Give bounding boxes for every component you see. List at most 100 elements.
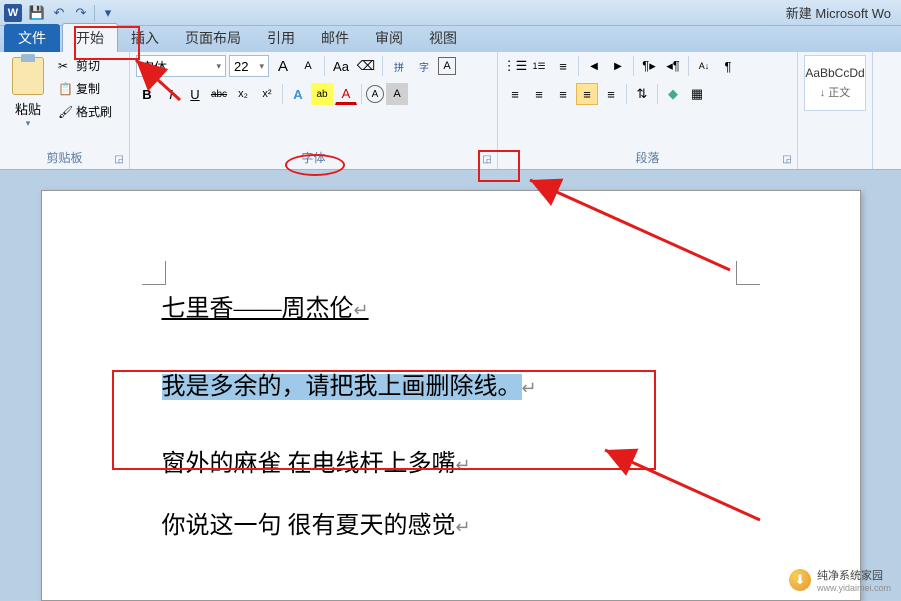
titlebar: W 💾 ↶ ↷ ▾ 新建 Microsoft Wo (0, 0, 901, 26)
qat-undo[interactable]: ↶ (48, 3, 70, 23)
tab-insert[interactable]: 插入 (118, 24, 172, 52)
paragraph-mark-icon: ↵ (456, 455, 471, 475)
rtl-button[interactable]: ◂¶ (662, 55, 684, 77)
page[interactable]: 七里香——周杰伦↵ 我是多余的，请把我上画删除线。↵ 窗外的麻雀 在电线杆上多嘴… (41, 190, 861, 601)
paragraph-mark-icon: ↵ (456, 517, 471, 537)
borders-button[interactable]: ▦ (686, 83, 708, 105)
paragraph-launcher[interactable]: ◲ (780, 152, 794, 166)
tab-home[interactable]: 开始 (62, 23, 118, 52)
sort-button[interactable]: A↓ (693, 55, 715, 77)
group-paragraph: ⋮☰ 1☰ ≡ ◀ ▶ ¶▸ ◂¶ A↓ ¶ ≡ ≡ ≡ ≡ ≡ ⇅ (498, 52, 798, 169)
bold-button[interactable]: B (136, 83, 158, 105)
format-painter-label: 格式刷 (76, 103, 112, 120)
shrink-font-button[interactable]: A (297, 55, 319, 77)
doc-line-4[interactable]: 你说这一句 很有夏天的感觉↵ (162, 498, 740, 556)
underline-button[interactable]: U (184, 83, 206, 105)
tab-file[interactable]: 文件 (4, 24, 60, 52)
copy-label: 复制 (76, 80, 100, 97)
strike-button[interactable]: abc (208, 83, 230, 105)
font-name-value: 宋体 (141, 57, 167, 76)
doc-line-1[interactable]: 七里香——周杰伦↵ (162, 281, 740, 339)
watermark-text: 纯净系统家园 (817, 567, 891, 583)
selected-text[interactable]: 我是多余的，请把我上画删除线。 (162, 374, 522, 400)
watermark-logo-icon: ⬇ (789, 569, 811, 591)
char-border-button[interactable]: A (438, 57, 456, 75)
tab-references[interactable]: 引用 (254, 24, 308, 52)
multilevel-button[interactable]: ≡ (552, 55, 574, 77)
separator (282, 84, 283, 104)
style-normal[interactable]: AaBbCcDd ↓ 正文 (804, 55, 866, 111)
font-size-select[interactable]: 22 ▾ (229, 55, 269, 77)
margin-corner-tr (736, 261, 760, 285)
numbering-button[interactable]: 1☰ (528, 55, 550, 77)
separator (688, 56, 689, 76)
copy-button[interactable]: 📋 复制 (54, 78, 116, 99)
align-left-button[interactable]: ≡ (504, 83, 526, 105)
separator (361, 84, 362, 104)
ltr-button[interactable]: ¶▸ (638, 55, 660, 77)
line-spacing-button[interactable]: ⇅ (631, 83, 653, 105)
phonetic-guide-button[interactable]: 拼 (388, 55, 410, 77)
document-area[interactable]: 七里香——周杰伦↵ 我是多余的，请把我上画删除线。↵ 窗外的麻雀 在电线杆上多嘴… (0, 170, 901, 601)
chevron-down-icon: ▾ (216, 61, 221, 72)
paragraph-mark-icon: ↵ (354, 300, 369, 320)
doc-line-3[interactable]: 窗外的麻雀 在电线杆上多嘴↵ (162, 436, 740, 494)
qat-save[interactable]: 💾 (26, 3, 48, 23)
clipboard-launcher[interactable]: ◲ (112, 152, 126, 166)
change-case-button[interactable]: Aa (330, 55, 352, 77)
watermark-url: www.yidaimei.com (817, 583, 891, 593)
separator (324, 56, 325, 76)
doc-line-2[interactable]: 我是多余的，请把我上画删除线。↵ (162, 359, 740, 417)
show-marks-button[interactable]: ¶ (717, 55, 739, 77)
decrease-indent-button[interactable]: ◀ (583, 55, 605, 77)
clear-formatting-button[interactable]: ⌫ (355, 55, 377, 77)
window-title: 新建 Microsoft Wo (119, 3, 897, 22)
tab-view[interactable]: 视图 (416, 24, 470, 52)
shading-button[interactable]: ◆ (662, 83, 684, 105)
superscript-button[interactable]: x² (256, 83, 278, 105)
align-right-button[interactable]: ≡ (552, 83, 574, 105)
qat-customize[interactable]: ▾ (97, 3, 119, 23)
text-effects-button[interactable]: A (287, 83, 309, 105)
subscript-button[interactable]: x₂ (232, 83, 254, 105)
justify-button[interactable]: ≡ (576, 83, 598, 105)
format-painter-button[interactable]: 🖌 格式刷 (54, 101, 116, 122)
tab-review[interactable]: 审阅 (362, 24, 416, 52)
style-name: ↓ 正文 (820, 84, 851, 100)
font-color-button[interactable]: A (335, 83, 357, 105)
distribute-button[interactable]: ≡ (600, 83, 622, 105)
tab-page-layout[interactable]: 页面布局 (172, 24, 254, 52)
bullets-button[interactable]: ⋮☰ (504, 55, 526, 77)
paste-button[interactable]: 粘贴 ▾ (6, 55, 50, 147)
scissors-icon: ✂ (58, 59, 72, 73)
cut-button[interactable]: ✂ 剪切 (54, 55, 116, 76)
font-name-select[interactable]: 宋体 ▾ (136, 55, 226, 77)
separator (657, 84, 658, 104)
highlight-button[interactable]: ab (311, 83, 333, 105)
italic-button[interactable]: I (160, 83, 182, 105)
clipboard-group-label: 剪贴板 (6, 147, 123, 168)
char-shading-button[interactable]: A (386, 83, 408, 105)
style-sample: AaBbCcDd (805, 66, 864, 80)
font-launcher[interactable]: ◲ (480, 152, 494, 166)
paste-dropdown-icon: ▾ (26, 118, 31, 129)
tab-mailings[interactable]: 邮件 (308, 24, 362, 52)
margin-corner-tl (142, 261, 166, 285)
paragraph-group-label: 段落 (504, 147, 791, 168)
grow-font-button[interactable]: A (272, 55, 294, 77)
cut-label: 剪切 (76, 57, 100, 74)
qat-redo[interactable]: ↷ (70, 3, 92, 23)
group-clipboard: 粘贴 ▾ ✂ 剪切 📋 复制 🖌 格式刷 剪贴板 ◲ (0, 52, 130, 169)
circle-enclose-button[interactable]: A (366, 85, 384, 103)
brush-icon: 🖌 (58, 105, 72, 119)
ribbon: 粘贴 ▾ ✂ 剪切 📋 复制 🖌 格式刷 剪贴板 ◲ (0, 52, 901, 170)
group-font: 宋体 ▾ 22 ▾ A A Aa ⌫ 拼 字 A B I U (130, 52, 498, 169)
enclose-char-button[interactable]: 字 (413, 55, 435, 77)
watermark: ⬇ 纯净系统家园 www.yidaimei.com (789, 567, 891, 593)
qat-separator (94, 5, 95, 21)
increase-indent-button[interactable]: ▶ (607, 55, 629, 77)
align-center-button[interactable]: ≡ (528, 83, 550, 105)
paste-icon (12, 57, 44, 95)
separator (382, 56, 383, 76)
copy-icon: 📋 (58, 82, 72, 96)
